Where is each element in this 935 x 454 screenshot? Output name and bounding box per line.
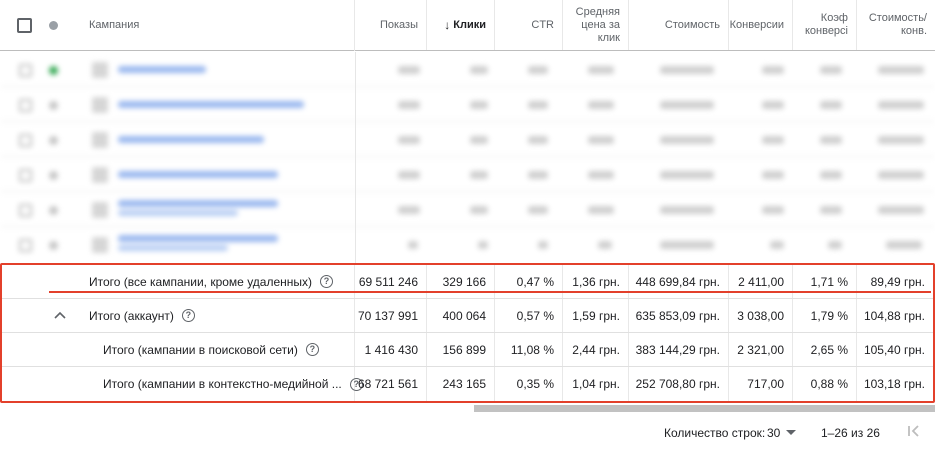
status-dot-icon: [49, 136, 58, 145]
campaign-type-icon: [92, 132, 108, 148]
totals-ctr: 11,08 %: [495, 333, 563, 366]
header-cost[interactable]: Стоимость: [629, 0, 729, 50]
first-page-icon[interactable]: [906, 423, 922, 439]
status-dot-icon: [49, 241, 58, 250]
row-checkbox[interactable]: [19, 134, 32, 147]
totals-impressions: 69 511 246: [355, 265, 427, 298]
campaign-type-icon: [92, 237, 108, 253]
help-circle-icon[interactable]: ?: [320, 275, 334, 288]
blurred-campaign-rows: [0, 52, 935, 263]
totals-conv-rate: 2,65 %: [793, 333, 857, 366]
horizontal-scrollbar[interactable]: [474, 405, 935, 412]
totals-clicks: 156 899: [427, 333, 495, 366]
header-ctr[interactable]: CTR: [495, 0, 563, 50]
row-checkbox[interactable]: [19, 204, 32, 217]
table-row: [0, 87, 935, 122]
highlight-underline: [49, 291, 931, 293]
row-checkbox[interactable]: [19, 169, 32, 182]
totals-label: Итого (аккаунт): [89, 308, 174, 323]
campaign-link[interactable]: [118, 171, 278, 178]
campaign-link[interactable]: [118, 101, 304, 108]
totals-conversions: 2 411,00: [729, 265, 793, 298]
rows-per-page-select[interactable]: 30: [767, 426, 780, 440]
table-row: [0, 192, 935, 227]
totals-avg-cpc: 1,36 грн.: [563, 265, 629, 298]
totals-cost: 635 853,09 грн.: [629, 299, 729, 332]
pagination-footer: Количество строк: 30 1–26 из 26: [0, 414, 935, 454]
header-campaign[interactable]: Кампания: [89, 19, 139, 32]
status-dot-icon: [49, 101, 58, 110]
page-range: 1–26 из 26: [821, 426, 880, 440]
totals-row-search: Итого (кампании в поисковой сети) ? 1 41…: [2, 333, 933, 367]
campaign-link[interactable]: [118, 66, 206, 73]
row-checkbox[interactable]: [19, 99, 32, 112]
totals-conversions: 717,00: [729, 367, 793, 401]
caret-down-icon[interactable]: [786, 430, 796, 435]
header-clicks[interactable]: ↓ Клики: [427, 0, 495, 50]
totals-conversions: 2 321,00: [729, 333, 793, 366]
status-dot-icon: [49, 66, 58, 75]
table-row: [0, 52, 935, 87]
totals-avg-cpc: 2,44 грн.: [563, 333, 629, 366]
help-circle-icon[interactable]: ?: [305, 343, 319, 356]
rows-per-page-label: Количество строк:: [664, 426, 766, 440]
totals-impressions: 1 416 430: [355, 333, 427, 366]
totals-cost: 252 708,80 грн.: [629, 367, 729, 401]
select-all-checkbox[interactable]: [17, 18, 32, 33]
help-circle-icon[interactable]: ?: [181, 309, 195, 322]
totals-label: Итого (кампании в поисковой сети): [103, 342, 298, 357]
totals-row-display: Итого (кампании в контекстно-медийной ..…: [2, 367, 933, 401]
table-header: Кампания Показы ↓ Клики CTR Средняя цена…: [0, 0, 935, 51]
campaign-link[interactable]: [118, 136, 264, 143]
totals-ctr: 0,47 %: [495, 265, 563, 298]
totals-ctr: 0,57 %: [495, 299, 563, 332]
totals-label: Итого (все кампании, кроме удаленных): [89, 274, 313, 289]
header-avg-cpc[interactable]: Средняя цена за клик: [563, 0, 629, 50]
totals-clicks: 400 064: [427, 299, 495, 332]
totals-cost-per-conv: 104,88 грн.: [863, 308, 925, 323]
totals-conv-rate: 1,79 %: [793, 299, 857, 332]
totals-conv-rate: 1,71 %: [793, 265, 857, 298]
status-dot-icon: [49, 206, 58, 215]
chevron-up-icon[interactable]: [53, 309, 67, 323]
totals-label: Итого (кампании в контекстно-медийной ..…: [103, 377, 342, 391]
totals-cost-per-conv: 89,49 грн.: [870, 274, 925, 289]
table-row: [0, 122, 935, 157]
totals-impressions: 70 137 991: [355, 299, 427, 332]
campaign-type-icon: [92, 202, 108, 218]
header-cost-per-conv[interactable]: Стоимость/ конв.: [857, 0, 935, 50]
totals-row-account: Итого (аккаунт) ? 70 137 991 400 064 0,5…: [2, 299, 933, 333]
header-campaign-cell: Кампания: [0, 0, 355, 51]
totals-clicks: 329 166: [427, 265, 495, 298]
campaign-table: Кампания Показы ↓ Клики CTR Средняя цена…: [0, 0, 935, 51]
header-impressions[interactable]: Показы: [355, 0, 427, 50]
totals-ctr: 0,35 %: [495, 367, 563, 401]
totals-cost-per-conv: 103,18 грн.: [863, 377, 925, 391]
totals-conversions: 3 038,00: [729, 299, 793, 332]
totals-section: Итого (все кампании, кроме удаленных) ? …: [0, 263, 935, 403]
arrow-down-icon: ↓: [444, 17, 451, 32]
row-checkbox[interactable]: [19, 64, 32, 77]
table-row: [0, 227, 935, 262]
status-dot-icon: [49, 21, 58, 30]
totals-cost: 448 699,84 грн.: [629, 265, 729, 298]
campaign-type-icon: [92, 62, 108, 78]
totals-cost: 383 144,29 грн.: [629, 333, 729, 366]
totals-clicks: 243 165: [427, 367, 495, 401]
totals-impressions: 68 721 561: [355, 367, 427, 401]
campaign-link[interactable]: [118, 200, 278, 207]
table-row: [0, 157, 935, 192]
campaign-type-icon: [92, 97, 108, 113]
header-conv-rate[interactable]: Коэф конверсі: [793, 0, 857, 50]
totals-avg-cpc: 1,59 грн.: [563, 299, 629, 332]
campaign-type-icon: [92, 167, 108, 183]
header-conversions[interactable]: Конверсии: [729, 0, 793, 50]
totals-avg-cpc: 1,04 грн.: [563, 367, 629, 401]
status-dot-icon: [49, 171, 58, 180]
totals-cost-per-conv: 105,40 грн.: [863, 342, 925, 357]
row-checkbox[interactable]: [19, 239, 32, 252]
totals-conv-rate: 0,88 %: [793, 367, 857, 401]
campaign-link[interactable]: [118, 235, 278, 242]
totals-row-all-campaigns: Итого (все кампании, кроме удаленных) ? …: [2, 265, 933, 299]
